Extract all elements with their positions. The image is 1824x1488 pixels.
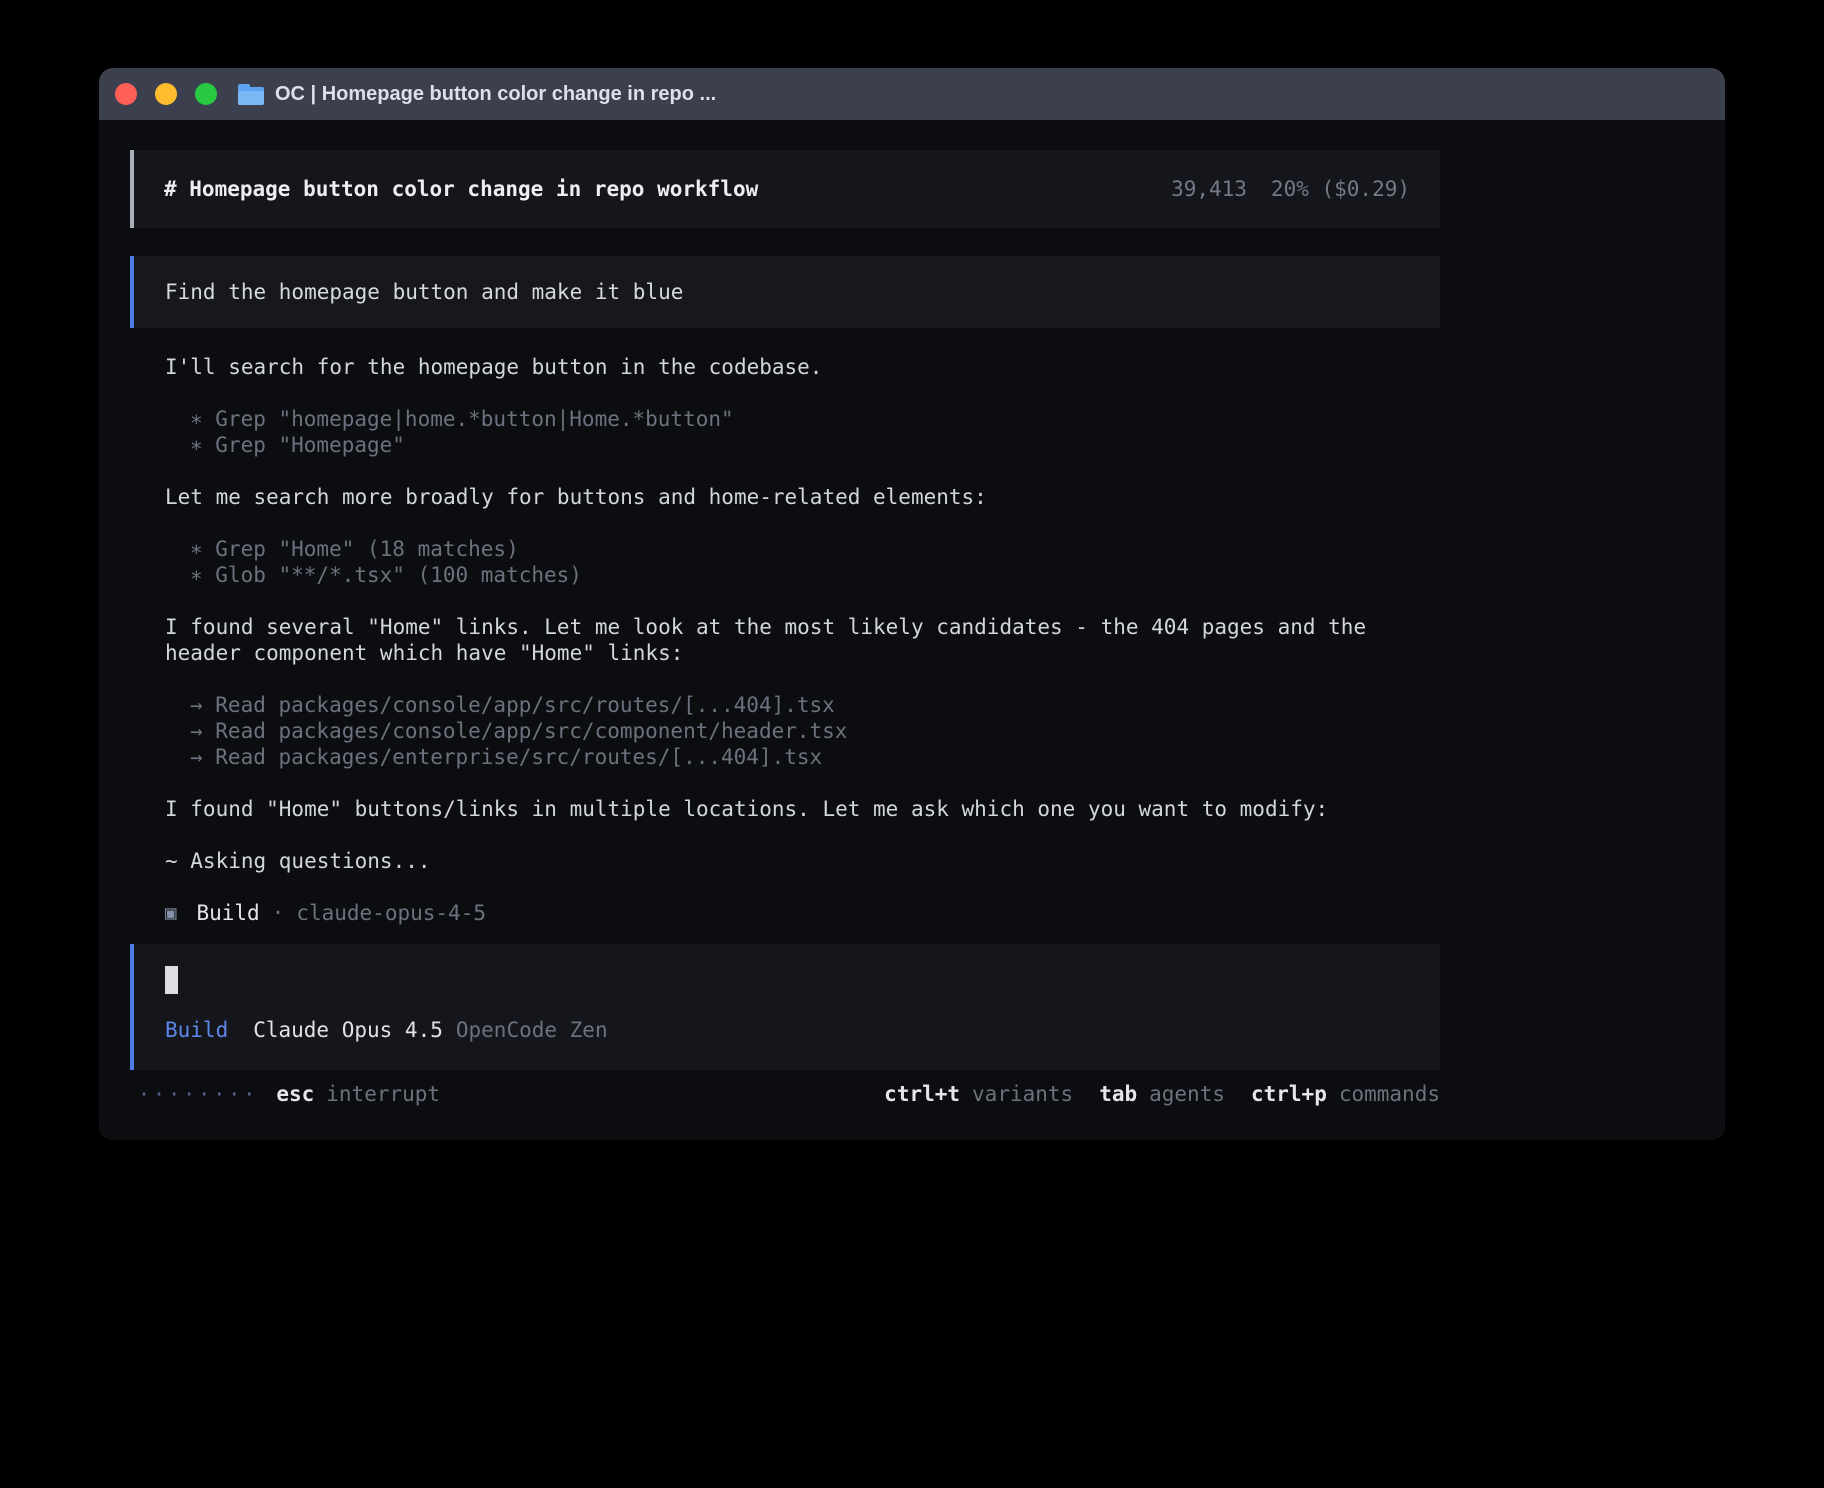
folder-icon — [238, 84, 264, 105]
tool-call-line: ∗ Grep "Homepage" — [190, 432, 1440, 458]
shortcut-label: agents — [1149, 1081, 1225, 1107]
title-wrap: OC | Homepage button color change in rep… — [238, 83, 716, 106]
tool-call-group: → Read packages/console/app/src/routes/[… — [190, 692, 1440, 770]
status-bar: ········ esc interrupt ctrl+t variants t… — [130, 1081, 1440, 1107]
tool-call-group: ∗ Grep "Home" (18 matches) ∗ Glob "**/*.… — [190, 536, 1440, 588]
tool-call-line: → Read packages/console/app/src/routes/[… — [190, 692, 1440, 718]
shortcut-key: tab — [1099, 1081, 1137, 1107]
agent-mode-label[interactable]: Build — [165, 1017, 228, 1043]
provider-label: OpenCode Zen — [456, 1017, 608, 1043]
assistant-message: I found several "Home" links. Let me loo… — [165, 614, 1440, 666]
shortcut-key: ctrl+p — [1251, 1081, 1327, 1107]
tool-call-group: ∗ Grep "homepage|home.*button|Home.*butt… — [190, 406, 1440, 458]
prompt-input[interactable]: Build Claude Opus 4.5 OpenCode Zen — [130, 944, 1440, 1070]
shortcut-label: commands — [1339, 1081, 1440, 1107]
shortcut-key: ctrl+t — [884, 1081, 960, 1107]
shortcut-hints: ctrl+t variants tab agents ctrl+p comman… — [884, 1081, 1440, 1107]
close-button[interactable] — [115, 83, 137, 105]
shortcut-label: interrupt — [326, 1081, 440, 1107]
activity-indicator: ~ Asking questions... — [165, 848, 1440, 874]
session-column: # Homepage button color change in repo w… — [130, 150, 1440, 1107]
assistant-message: I'll search for the homepage button in t… — [165, 354, 1440, 380]
agent-separator: · — [272, 900, 285, 926]
traffic-lights — [115, 83, 217, 105]
spinner-icon: ········ — [138, 1081, 258, 1107]
token-count: 39,413 — [1171, 176, 1247, 202]
window-titlebar: OC | Homepage button color change in rep… — [99, 68, 1725, 120]
shortcut-commands: ctrl+p commands — [1251, 1081, 1440, 1107]
tool-call-line: → Read packages/console/app/src/componen… — [190, 718, 1440, 744]
tool-call-line: ∗ Grep "homepage|home.*button|Home.*butt… — [190, 406, 1440, 432]
agent-model: claude-opus-4-5 — [296, 900, 486, 926]
shortcut-agents: tab agents — [1099, 1081, 1225, 1107]
session-meta: 39,413 20% ($0.29) — [1171, 176, 1410, 202]
input-status-row: Build Claude Opus 4.5 OpenCode Zen — [165, 1017, 1409, 1043]
shortcut-key: esc — [276, 1081, 314, 1107]
agent-badge: ▣ Build · claude-opus-4-5 — [165, 900, 1440, 926]
assistant-message: Let me search more broadly for buttons a… — [165, 484, 1440, 510]
terminal-window: OC | Homepage button color change in rep… — [99, 68, 1725, 1140]
user-message-text: Find the homepage button and make it blu… — [165, 280, 683, 304]
tool-call-line: ∗ Grep "Home" (18 matches) — [190, 536, 1440, 562]
tool-call-line: → Read packages/enterprise/src/routes/[.… — [190, 744, 1440, 770]
shortcut-esc: esc interrupt — [276, 1081, 440, 1107]
assistant-message: I found "Home" buttons/links in multiple… — [165, 796, 1440, 822]
desktop: { "window": { "title": "OC | Homepage bu… — [0, 0, 1824, 1488]
shortcut-variants: ctrl+t variants — [884, 1081, 1073, 1107]
session-title: # Homepage button color change in repo w… — [164, 176, 758, 202]
agent-icon: ▣ — [165, 900, 176, 926]
tool-call-line: ∗ Glob "**/*.tsx" (100 matches) — [190, 562, 1440, 588]
context-cost: 20% ($0.29) — [1271, 176, 1410, 202]
session-header: # Homepage button color change in repo w… — [130, 150, 1440, 228]
terminal-content: # Homepage button color change in repo w… — [99, 120, 1725, 1140]
text-cursor — [165, 966, 178, 994]
shortcut-label: variants — [972, 1081, 1073, 1107]
user-message: Find the homepage button and make it blu… — [130, 256, 1440, 328]
window-title: OC | Homepage button color change in rep… — [275, 83, 716, 106]
agent-name: Build — [196, 900, 259, 926]
zoom-button[interactable] — [195, 83, 217, 105]
minimize-button[interactable] — [155, 83, 177, 105]
model-label: Claude Opus 4.5 — [253, 1017, 443, 1043]
